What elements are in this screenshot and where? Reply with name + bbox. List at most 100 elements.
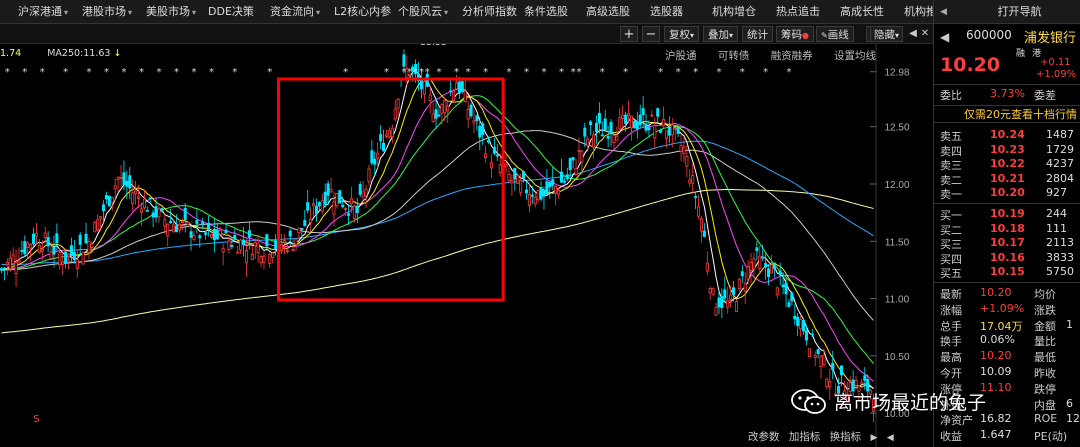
- back-icon[interactable]: ◀: [887, 433, 894, 443]
- add-indicator-button[interactable]: 加指标: [789, 431, 821, 443]
- candle-body: [784, 282, 788, 295]
- candle-body: [236, 251, 240, 254]
- candle-body: [536, 190, 540, 201]
- ask-row[interactable]: 卖一 10.20 927: [934, 186, 1080, 201]
- event-star-marker: *: [384, 67, 389, 78]
- draw-line-button[interactable]: ✎画线: [816, 26, 854, 42]
- collapse-left-icon[interactable]: ◀: [907, 26, 919, 42]
- stat-row: 今开 10.09 昨收: [934, 365, 1080, 380]
- candle-body: [676, 126, 680, 134]
- hide-button[interactable]: 隐藏▾: [870, 26, 904, 42]
- menu-item-1[interactable]: 港股市场 ▾: [82, 0, 132, 24]
- ask-label: 卖一: [940, 188, 962, 201]
- bid-row[interactable]: 买一 10.19 244: [934, 207, 1080, 222]
- tab-hk-connect[interactable]: 沪股通: [665, 50, 697, 62]
- stat-row: 收益 1.647 PE(动): [934, 428, 1080, 443]
- candle-body: [326, 183, 330, 196]
- bid-row[interactable]: 买二 10.18 111: [934, 222, 1080, 237]
- bid-row[interactable]: 买五 10.15 5750: [934, 265, 1080, 280]
- menu-item-7[interactable]: 分析师指数: [462, 0, 517, 24]
- bid-row[interactable]: 买四 10.16 3833: [934, 251, 1080, 266]
- change-indicator-button[interactable]: 换指标: [830, 431, 862, 443]
- zoom-out-button[interactable]: −: [642, 26, 660, 42]
- candle-body: [52, 246, 56, 255]
- menu-item-11[interactable]: 机构增仓: [712, 0, 756, 24]
- chip-button[interactable]: 筹码●: [776, 26, 814, 42]
- candle-body: [262, 255, 266, 263]
- event-star-marker: *: [506, 67, 511, 78]
- candle-body: [393, 108, 397, 120]
- candle-body: [600, 134, 604, 137]
- menu-item-label: 港股市场: [82, 5, 126, 18]
- candle-body: [422, 81, 426, 95]
- menu-item-4[interactable]: 资金流向 ▾: [270, 0, 320, 24]
- bid-ask-ratio-row: 委比 3.73% 委差: [934, 87, 1080, 103]
- bid-row[interactable]: 买三 10.17 2113: [934, 236, 1080, 251]
- candle-body: [495, 154, 499, 157]
- candle-body: [347, 213, 351, 216]
- candle-body: [545, 181, 549, 195]
- stat-value: 17.04万: [980, 319, 1023, 333]
- play-icon[interactable]: ▶: [871, 433, 878, 443]
- candle-body: [434, 109, 438, 119]
- bid-price: 10.17: [990, 236, 1025, 249]
- event-star-marker: *: [623, 67, 628, 78]
- menu-item-2[interactable]: 美股市场 ▾: [146, 0, 196, 24]
- candle-body: [504, 164, 508, 168]
- candle-body: [720, 296, 724, 308]
- stat-label: 总手: [940, 319, 962, 333]
- upgrade-notice[interactable]: 仅需20元查看十档行情: [934, 105, 1080, 123]
- wechat-icon: [791, 389, 826, 414]
- back-arrow-icon[interactable]: ◀: [940, 30, 949, 44]
- close-icon[interactable]: ✕: [919, 26, 931, 42]
- event-star-marker: *: [425, 67, 430, 78]
- menu-item-5[interactable]: L2核心内参: [334, 0, 391, 24]
- candle-body: [627, 113, 631, 116]
- menu-item-label: 资金流向: [270, 5, 314, 18]
- event-star-marker: *: [483, 67, 488, 78]
- candle-body: [460, 81, 464, 92]
- candle-body: [8, 257, 12, 270]
- menu-item-13[interactable]: 高成长性: [840, 0, 884, 24]
- candle-body: [90, 243, 94, 248]
- candle-body: [107, 195, 111, 207]
- ask-row[interactable]: 卖二 10.21 2804: [934, 172, 1080, 187]
- candle-body: [705, 262, 709, 272]
- menu-item-0[interactable]: 沪深港通 ▾: [18, 0, 68, 24]
- adjust-button[interactable]: 复权▾: [664, 26, 700, 42]
- menu-item-6[interactable]: 个股风云 ▾: [398, 0, 448, 24]
- edit-params-button[interactable]: 改参数: [748, 431, 780, 443]
- candle-body: [440, 104, 444, 114]
- overlay-button[interactable]: 叠加▾: [703, 26, 739, 42]
- ask-row[interactable]: 卖五 10.24 1487: [934, 128, 1080, 143]
- tab-ma-settings[interactable]: 设置均线: [834, 50, 876, 62]
- candle-body: [300, 227, 304, 230]
- event-star-marker: *: [407, 67, 412, 78]
- candle-body: [32, 233, 36, 245]
- candle-body: [75, 259, 79, 269]
- candle-body: [364, 188, 368, 196]
- ask-row[interactable]: 卖四 10.23 1729: [934, 143, 1080, 158]
- menu-item-10[interactable]: 选股器: [650, 0, 683, 24]
- menu-item-8[interactable]: 条件选股: [524, 0, 568, 24]
- candle-body: [667, 127, 671, 136]
- candle-body: [14, 261, 18, 275]
- candle-body: [437, 114, 441, 117]
- tab-margin-trading[interactable]: 融资融券: [771, 50, 813, 62]
- stats-button[interactable]: 统计: [742, 26, 773, 42]
- tab-convertible-bond[interactable]: 可转债: [718, 50, 750, 62]
- candle-body: [729, 294, 733, 300]
- ask-row[interactable]: 卖三 10.22 4237: [934, 157, 1080, 172]
- open-nav-button[interactable]: ◀ 打开导航: [934, 0, 1080, 24]
- zoom-in-button[interactable]: +: [620, 26, 638, 42]
- menu-item-3[interactable]: DDE决策: [208, 0, 254, 24]
- stat-label: 涨幅: [940, 303, 962, 317]
- candle-body: [387, 130, 391, 138]
- menu-item-12[interactable]: 热点追击: [776, 0, 820, 24]
- menu-item-9[interactable]: 高级选股: [586, 0, 630, 24]
- candle-body: [37, 244, 41, 253]
- collapse-arrow-icon[interactable]: ◀: [940, 0, 947, 24]
- current-price: 10.20: [940, 54, 1001, 76]
- price-change-pct: +1.09%: [1036, 69, 1077, 80]
- draw-line-label: 画线: [827, 29, 849, 41]
